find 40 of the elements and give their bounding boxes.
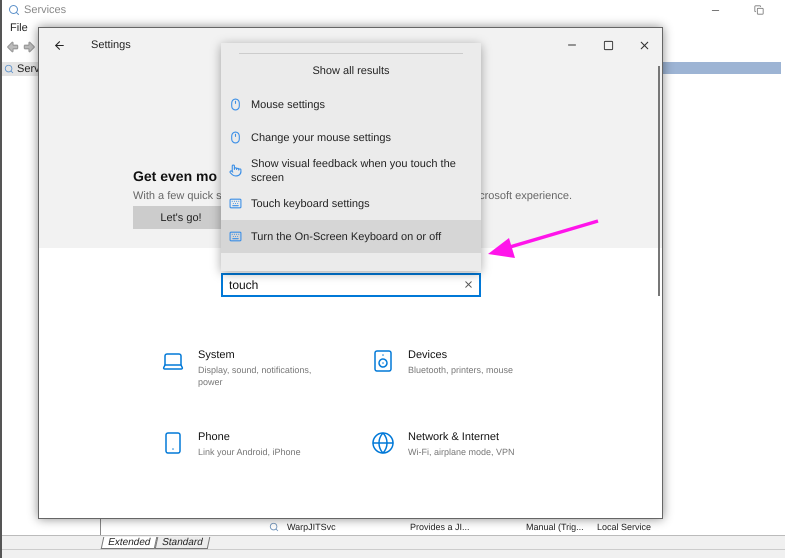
category-description: Display, sound, notifications, power [198,364,312,388]
window-title: Services [24,4,68,16]
category-title[interactable]: Devices [408,349,538,361]
search-result[interactable]: Mouse settings [221,88,481,121]
banner-heading: Get even mo [133,168,218,184]
clear-button[interactable] [463,279,474,290]
table-cell-text: Provides a JI... [410,522,471,532]
banner-text: With a few quick s [133,190,222,202]
forward-icon[interactable] [22,40,36,54]
scrollbar[interactable] [658,66,660,296]
keyboard-icon [229,230,242,243]
category-title[interactable]: System [198,349,328,361]
maximize-icon[interactable] [602,40,614,50]
tab[interactable]: Extended [100,537,158,549]
category-description: Bluetooth, printers, mouse [408,364,514,376]
menu-item[interactable]: File [10,22,28,34]
hand-icon [229,164,242,177]
close-icon[interactable] [638,38,650,52]
keyboard-icon [229,197,242,210]
search-field[interactable]: touch [221,273,481,297]
mouse-icon [229,131,242,144]
tab[interactable]: Standard [155,537,210,549]
restore-icon[interactable] [754,5,764,15]
service-row[interactable]: WarpJITSvc Provides a JI... Manual (Trig... Local Service [101,521,781,533]
show-all-results-button[interactable]: Show all results [221,54,481,88]
back-icon[interactable] [52,38,66,52]
search-icon [4,64,14,74]
category-title[interactable]: Phone [198,431,328,443]
table-cell-text: Manual (Trig... [526,522,585,532]
category-title[interactable]: Network & Internet [408,431,538,443]
window-title: Settings [90,39,132,51]
search-result[interactable]: Turn the On-Screen Keyboard on or off [221,220,481,253]
category-description: Link your Android, iPhone [198,446,302,458]
mouse-icon [229,98,242,111]
search-result[interactable]: Change your mouse settings [221,121,481,154]
table-cell-text: Local Service [597,522,652,532]
table-cell-text: WarpJITSvc [287,522,337,532]
search-result[interactable]: Show visual feedback when you touch the screen [221,154,481,187]
globe-icon [371,431,395,455]
category-description: Wi-Fi, airplane mode, VPN [408,446,516,458]
